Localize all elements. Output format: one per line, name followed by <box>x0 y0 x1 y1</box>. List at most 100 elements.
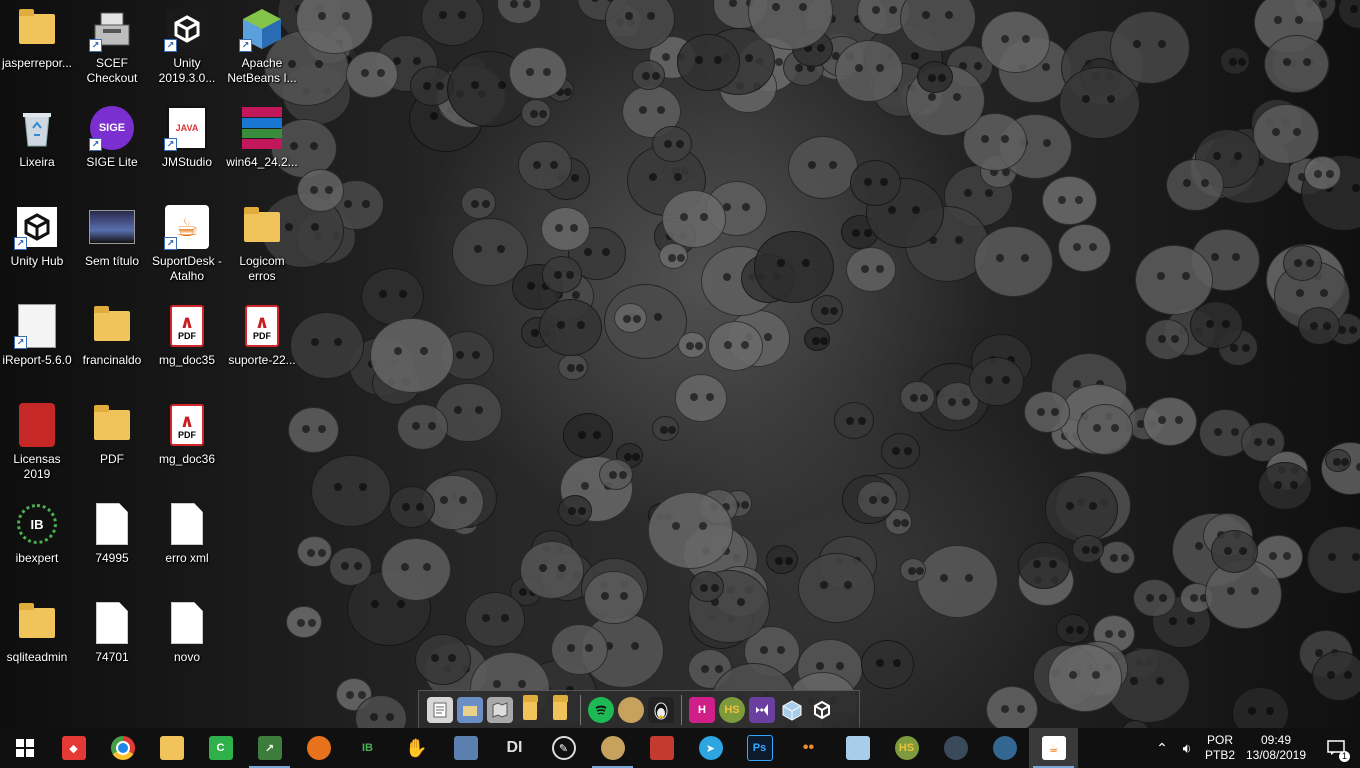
desktop-shortcut-blank-file[interactable]: 74701 <box>75 594 149 684</box>
wallpaper-character <box>1282 245 1323 281</box>
quick-launch-toolbar: H HS <box>418 690 860 728</box>
di-icon: DI <box>506 739 523 756</box>
desktop-shortcut-unity-hub[interactable]: ↗ Unity Hub <box>0 198 74 288</box>
pdf-icon: ∧ PDF <box>164 303 210 349</box>
hs-icon[interactable]: H <box>689 696 715 723</box>
desktop-shortcut-pdf[interactable]: ∧ PDF suporte-22... <box>225 297 299 387</box>
file-explorer-button[interactable] <box>147 728 196 768</box>
shortcut-arrow-icon: ↗ <box>164 39 177 52</box>
desktop-shortcut-jmstudio[interactable]: JAVA ↗ JMStudio <box>150 99 224 189</box>
desktop-shortcut-image-thumbnail[interactable]: Sem título <box>75 198 149 288</box>
desktop-shortcut-unity[interactable]: ↗ Unity 2019.3.0... <box>150 0 224 90</box>
box-app-button[interactable] <box>833 728 882 768</box>
desktop-shortcut-java[interactable]: ☕ ↗ SuportDesk - Atalho <box>150 198 224 288</box>
desktop-icon-label: SIGE Lite <box>86 155 138 169</box>
action-center-button[interactable]: 1 <box>1312 728 1360 768</box>
desktop-shortcut-folder[interactable]: PDF <box>75 396 149 486</box>
wallpaper-character <box>286 605 323 639</box>
desktop-shortcut-sige-lite[interactable]: SIGE ↗ SIGE Lite <box>75 99 149 189</box>
desktop-shortcut-folder[interactable]: francinaldo <box>75 297 149 387</box>
wallpaper-character <box>1047 644 1123 712</box>
postgres-button[interactable] <box>980 728 1029 768</box>
dots-app-button[interactable]: •• <box>784 728 833 768</box>
desktop-shortcut-pdf[interactable]: ∧ PDF mg_doc35 <box>150 297 224 387</box>
wallpaper-character <box>981 10 1050 73</box>
winrar-icon <box>239 105 285 151</box>
desktop-shortcut-folder[interactable]: sqliteadmin <box>0 594 74 684</box>
ninja-app-button[interactable] <box>931 728 980 768</box>
wallpaper-character <box>797 553 876 623</box>
pen-icon: ✎ <box>551 736 576 760</box>
db-app-button[interactable] <box>441 728 490 768</box>
show-hidden-icons-chevron-icon[interactable]: ⌃ <box>1150 740 1174 757</box>
orange-app-button[interactable] <box>294 728 343 768</box>
map-icon[interactable] <box>487 696 513 723</box>
wallpaper-character <box>1210 530 1258 573</box>
telegram-button[interactable]: ➤ <box>686 728 735 768</box>
desktop-shortcut-recycle-bin[interactable]: Lixeira <box>0 99 74 189</box>
sige-lite-icon: SIGE ↗ <box>89 105 135 151</box>
clock[interactable]: 09:49 13/08/2019 <box>1240 733 1312 763</box>
linux-tux-icon[interactable] <box>648 696 674 723</box>
dots-icon: •• <box>802 739 815 756</box>
language-indicator[interactable]: POR PTB2 <box>1200 733 1240 763</box>
pdf-icon: ∧ PDF <box>239 303 285 349</box>
photoshop-button[interactable]: Ps <box>735 728 784 768</box>
box-icon[interactable] <box>779 697 805 723</box>
desktop-shortcut-pdf[interactable]: ∧ PDF mg_doc36 <box>150 396 224 486</box>
wallpaper-character <box>833 402 875 439</box>
desktop-shortcut-blank-file[interactable]: 74995 <box>75 495 149 585</box>
wallpaper-character <box>661 190 726 248</box>
wallpaper-character <box>509 47 567 100</box>
desktop-shortcut-license[interactable]: Licensas 2019 <box>0 396 74 486</box>
folder-icon[interactable] <box>547 694 573 723</box>
volume-icon[interactable]: 🔉︎ <box>1174 740 1200 757</box>
start-button[interactable] <box>0 728 49 768</box>
folder-view-icon[interactable] <box>457 696 483 723</box>
hand-app-button[interactable]: ✋ <box>392 728 441 768</box>
ibexpert-button[interactable]: IB <box>343 728 392 768</box>
chart-app-button[interactable]: ↗ <box>245 728 294 768</box>
wallpaper-character <box>849 160 901 207</box>
desktop-shortcut-winrar[interactable]: win64_24.2... <box>225 99 299 189</box>
chrome-button[interactable] <box>98 728 147 768</box>
folder-icon[interactable] <box>517 694 543 723</box>
visual-studio-icon[interactable] <box>749 696 775 723</box>
wallpaper-character <box>676 34 740 91</box>
system-tray: ⌃ 🔉︎ POR PTB2 09:49 13/08/2019 1 <box>1150 728 1360 768</box>
desktop-shortcut-ireport[interactable]: ↗ iReport-5.6.0 <box>0 297 74 387</box>
paint-icon[interactable] <box>618 696 644 723</box>
pen-app-button[interactable]: ✎ <box>539 728 588 768</box>
di-app-button[interactable]: DI <box>490 728 539 768</box>
anydesk-button[interactable]: ◆ <box>49 728 98 768</box>
recycle-bin-icon <box>14 105 60 151</box>
jmstudio-icon: JAVA ↗ <box>164 105 210 151</box>
notepad-icon[interactable] <box>427 696 453 723</box>
paint-button[interactable] <box>588 728 637 768</box>
desktop-shortcut-blank-file[interactable]: erro xml <box>150 495 224 585</box>
database-icon <box>453 736 478 760</box>
desktop-shortcut-cash-register[interactable]: ↗ SCEF Checkout <box>75 0 149 90</box>
desktop-shortcut-ibexpert[interactable]: IB ibexpert <box>0 495 74 585</box>
unity-icon[interactable] <box>809 697 835 723</box>
hs-icon[interactable]: HS <box>719 696 745 723</box>
desktop-shortcut-netbeans[interactable]: ↗ Apache NetBeans I... <box>225 0 299 90</box>
spotify-icon[interactable] <box>588 696 614 723</box>
wallpaper-character <box>846 246 897 293</box>
unity-hub-icon: ↗ <box>14 204 60 250</box>
folder-icon <box>14 600 60 646</box>
desktop-shortcut-blank-file[interactable]: novo <box>150 594 224 684</box>
camtasia-button[interactable]: C <box>196 728 245 768</box>
wallpaper-character <box>880 433 921 470</box>
desktop-icon-label: Unity 2019.3.0... <box>158 56 216 85</box>
hs-app-button[interactable]: HS <box>882 728 931 768</box>
wallpaper-character <box>835 40 904 102</box>
wallpaper-character <box>916 545 998 619</box>
desktop-shortcut-folder[interactable]: Logicom erros <box>225 198 299 288</box>
builder-app-button[interactable] <box>637 728 686 768</box>
wallpaper-character <box>647 492 733 569</box>
wallpaper-character <box>542 256 583 293</box>
java-icon: ☕ <box>1041 736 1066 760</box>
desktop-shortcut-folder[interactable]: jasperrepor... <box>0 0 74 90</box>
java-app-button[interactable]: ☕ <box>1029 728 1078 768</box>
